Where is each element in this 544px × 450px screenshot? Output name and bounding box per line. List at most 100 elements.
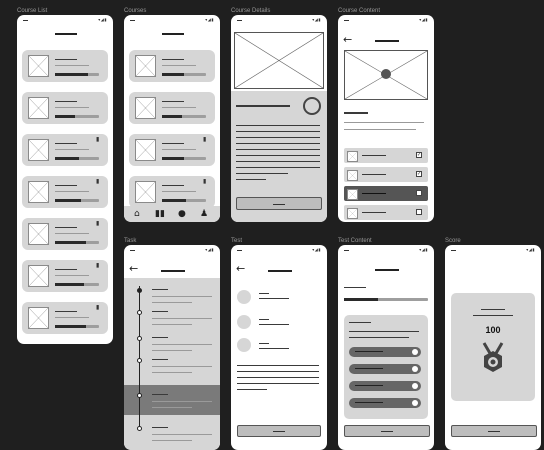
document-icon: ▮ — [96, 304, 100, 311]
description-line — [236, 161, 320, 162]
timeline-dot — [137, 393, 142, 398]
course-card[interactable]: ▮ — [22, 176, 108, 208]
description-line — [236, 125, 320, 126]
course-title — [55, 227, 77, 228]
frame-label-task: Task — [124, 238, 137, 244]
answer-radio[interactable] — [412, 366, 418, 372]
next-button[interactable] — [344, 425, 430, 437]
lesson-row[interactable]: ✓ — [344, 148, 428, 163]
lesson-checkbox[interactable] — [416, 209, 422, 215]
lesson-title — [362, 193, 386, 194]
course-title — [55, 185, 77, 186]
course-card[interactable] — [22, 92, 108, 124]
frame-label-test: Test — [231, 238, 243, 244]
frame-label-course-details: Course Details — [231, 8, 271, 14]
timeline-dot — [137, 358, 142, 363]
lesson-thumbnail — [347, 151, 358, 162]
book-icon[interactable]: ▮▮ — [155, 209, 165, 219]
status-bar: ▾◢▮ — [17, 15, 113, 25]
task-line — [152, 366, 212, 367]
course-title — [162, 101, 184, 102]
lesson-row[interactable] — [344, 186, 428, 201]
lesson-checkbox[interactable]: ✓ — [416, 171, 422, 177]
task-line — [152, 344, 212, 345]
timeline-dot — [137, 310, 142, 315]
task-line — [152, 318, 212, 319]
lesson-thumbnail — [347, 208, 358, 219]
status-icons: ▾◢▮ — [205, 247, 214, 252]
status-bar: ▾◢▮ — [445, 245, 541, 255]
description-line — [236, 131, 320, 132]
course-card[interactable]: ▮ — [129, 176, 215, 208]
screen-title — [162, 33, 184, 35]
lesson-checkbox[interactable] — [416, 190, 422, 196]
course-card[interactable]: ▮ — [22, 134, 108, 166]
course-card[interactable]: ▮ — [22, 260, 108, 292]
status-bar: ▾◢▮ — [124, 245, 220, 255]
course-thumbnail — [28, 307, 49, 329]
course-card[interactable]: ▮ — [22, 302, 108, 334]
task-title — [152, 311, 168, 312]
question-line — [259, 324, 289, 325]
home-icon[interactable]: ⌂ — [134, 209, 140, 219]
status-icons: ▾◢▮ — [98, 17, 107, 22]
answer-radio[interactable] — [412, 349, 418, 355]
course-card[interactable] — [129, 50, 215, 82]
bottom-nav: ⌂ ▮▮ ● ♟ — [124, 206, 220, 222]
answer-option[interactable] — [349, 398, 421, 408]
back-arrow-icon[interactable]: ← — [236, 263, 245, 274]
status-bar: ▾◢▮ — [231, 15, 327, 25]
course-title — [55, 269, 77, 270]
answer-option[interactable] — [349, 381, 421, 391]
lesson-row[interactable]: ✓ — [344, 167, 428, 182]
task-line — [152, 407, 192, 408]
course-title — [162, 59, 184, 60]
finish-button[interactable] — [451, 425, 537, 437]
lesson-title — [362, 174, 386, 175]
back-arrow-icon[interactable]: ← — [343, 34, 352, 45]
task-line — [152, 302, 192, 303]
chat-icon[interactable]: ● — [178, 209, 186, 219]
course-progress — [162, 157, 206, 160]
answer-option[interactable] — [349, 364, 421, 374]
frame-label-test-content: Test Content — [338, 238, 372, 244]
details-panel — [231, 91, 327, 222]
lesson-row[interactable] — [344, 205, 428, 220]
score-screen: ▾◢▮ 100 — [445, 245, 541, 450]
answer-radio[interactable] — [412, 400, 418, 406]
status-bar: ▾◢▮ — [338, 245, 434, 255]
lesson-checkbox[interactable]: ✓ — [416, 152, 422, 158]
lesson-thumbnail — [347, 170, 358, 181]
back-arrow-icon[interactable]: ← — [129, 263, 138, 274]
video-player[interactable] — [344, 50, 428, 100]
play-icon[interactable] — [381, 69, 391, 79]
course-progress — [55, 283, 99, 286]
description-line — [236, 179, 266, 180]
submit-button[interactable] — [237, 425, 321, 437]
status-bar: ▾◢▮ — [338, 15, 434, 25]
course-card[interactable]: ▮ — [129, 134, 215, 166]
test-progress — [344, 298, 428, 301]
document-icon: ▮ — [203, 136, 207, 143]
question-card — [344, 315, 428, 419]
course-card[interactable] — [22, 50, 108, 82]
course-progress — [162, 115, 206, 118]
answer-option[interactable] — [349, 347, 421, 357]
course-card[interactable]: ▮ — [22, 218, 108, 250]
profile-icon[interactable]: ♟ — [200, 209, 208, 219]
course-thumbnail — [135, 55, 156, 77]
course-title — [55, 311, 77, 312]
progress-ring — [303, 97, 321, 115]
course-progress — [55, 73, 99, 76]
course-card[interactable] — [129, 92, 215, 124]
description-line — [236, 149, 320, 150]
course-thumbnail — [28, 223, 49, 245]
task-title — [152, 427, 168, 428]
task-line — [152, 401, 212, 402]
answer-radio[interactable] — [412, 383, 418, 389]
start-button[interactable] — [236, 197, 322, 210]
question-line — [259, 348, 289, 349]
task-line — [152, 324, 192, 325]
courses-screen: ▾◢▮ ▮ ▮ ⌂ ▮▮ ● ♟ — [124, 15, 220, 222]
description-line — [236, 143, 320, 144]
